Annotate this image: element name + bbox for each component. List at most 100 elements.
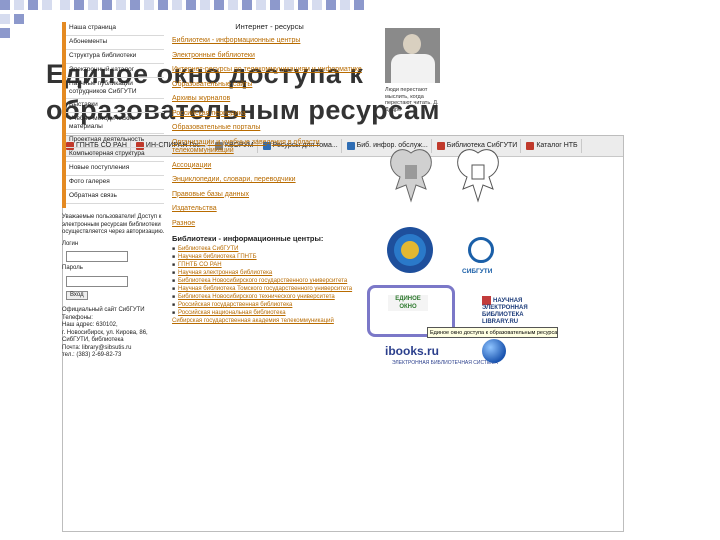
corner-band-square bbox=[214, 0, 224, 10]
corner-band-square bbox=[116, 0, 126, 10]
resource-links: Библиотеки - информационные центры Электр… bbox=[172, 37, 367, 228]
red-square-icon bbox=[526, 142, 535, 150]
corner-band-square bbox=[340, 0, 350, 10]
nav-item[interactable]: Научные публикации сотрудников СибГУТИ bbox=[66, 78, 164, 99]
library-list: Библиотека СибГУТИ Научная библиотека ГПН… bbox=[172, 246, 367, 317]
password-label: Пароль bbox=[62, 265, 83, 271]
resource-link[interactable]: Интернет-ресурсы по телекоммуникациям и … bbox=[172, 66, 367, 75]
resource-link[interactable]: Образовательные сайты bbox=[172, 81, 367, 90]
corner-square bbox=[14, 0, 24, 10]
coat-of-arms-icon bbox=[390, 149, 432, 203]
corner-square bbox=[28, 0, 38, 10]
corner-band-square bbox=[242, 0, 252, 10]
academy-link[interactable]: Сибирская государственная академия телек… bbox=[172, 318, 367, 325]
resource-link[interactable]: Архивы журналов bbox=[172, 95, 367, 104]
corner-band-square bbox=[60, 0, 70, 10]
bookmark-label: Каталог НТБ bbox=[536, 142, 578, 149]
corner-square bbox=[0, 28, 10, 38]
resources-header: Интернет - ресурсы bbox=[235, 22, 304, 31]
corner-band-square bbox=[172, 0, 182, 10]
resource-link[interactable]: Разное bbox=[172, 220, 367, 229]
ibooks-subtitle: ЭЛЕКТРОННАЯ БИБЛИОТЕЧНАЯ СИСТЕМА bbox=[392, 360, 498, 366]
corner-band-square bbox=[270, 0, 280, 10]
login-block: Уважаемые пользователи! Доступ к электро… bbox=[62, 214, 167, 360]
login-button[interactable]: Вход bbox=[66, 290, 88, 300]
author-portrait bbox=[385, 28, 440, 83]
portrait-body bbox=[391, 54, 435, 83]
library-link[interactable]: Научная электронная библиотека bbox=[178, 270, 272, 276]
nav-item[interactable]: Обратная связь bbox=[66, 190, 164, 204]
library-link[interactable]: Российская национальная библиотека bbox=[178, 310, 286, 316]
quote-text: Люди перестают мыслить, когда перестают … bbox=[385, 87, 439, 113]
library-list-item: Научная библиотека ГПНТБ bbox=[172, 254, 367, 261]
nav-item[interactable]: Проектная деятельность bbox=[66, 134, 164, 148]
sibguti-label: СИБГУТИ bbox=[462, 268, 493, 275]
resource-link[interactable]: Организации и учебные заведения в област… bbox=[172, 139, 367, 156]
login-notice: Уважаемые пользователи! Доступ к электро… bbox=[62, 214, 165, 235]
corner-square bbox=[0, 14, 10, 24]
library-list-item: Библиотека СибГУТИ bbox=[172, 246, 367, 253]
resource-link[interactable]: Образовательные порталы bbox=[172, 124, 367, 133]
resource-link[interactable]: Правовые базы данных bbox=[172, 191, 367, 200]
library-link[interactable]: Библиотека Новосибирского государственно… bbox=[178, 278, 347, 284]
login-label: Логин bbox=[62, 240, 79, 247]
corner-band-square bbox=[200, 0, 210, 10]
library-link[interactable]: Научная библиотека ГПНТБ bbox=[178, 254, 257, 260]
nav-item[interactable]: Новые поступления bbox=[66, 162, 164, 176]
library-section-title: Библиотеки - информационные центры: bbox=[172, 234, 324, 243]
resource-link[interactable]: Энциклопедии, словари, переводчики bbox=[172, 176, 367, 185]
nav-item[interactable]: Учебно-методические материалы bbox=[66, 113, 164, 134]
password-input[interactable] bbox=[66, 275, 128, 287]
contact-line: г. Новосибирск, ул. Кирова, 86, bbox=[62, 329, 148, 336]
hover-tooltip: Единое окно доступа к образовательным ре… bbox=[427, 327, 558, 338]
nav-item[interactable]: Фото галерея bbox=[66, 176, 164, 190]
sibguti-logo-icon[interactable] bbox=[468, 237, 494, 263]
ibooks-logo[interactable]: ibooks.ru bbox=[385, 344, 439, 358]
corner-band-square bbox=[298, 0, 308, 10]
contact-line[interactable]: Официальный сайт СибГУТИ bbox=[62, 307, 167, 315]
corner-square bbox=[0, 0, 10, 10]
resource-link[interactable]: Электронные библиотеки bbox=[172, 52, 367, 61]
contact-line: Телефоны: bbox=[62, 314, 93, 321]
contact-line: СибГУТИ, библиотека bbox=[62, 337, 124, 343]
portrait-head bbox=[403, 34, 421, 54]
contact-line: тел.: (383) 2-69-82-73 bbox=[62, 352, 122, 358]
elibrary-banner[interactable]: НАУЧНАЯ ЭЛЕКТРОННАЯ БИБЛИОТЕКА LIBRARY.R… bbox=[482, 296, 542, 325]
elibrary-logo-icon bbox=[482, 296, 491, 305]
library-list-item: Научная электронная библиотека bbox=[172, 270, 367, 277]
left-nav: Наша страница Абонементы Структура библиот… bbox=[66, 22, 164, 204]
resource-link[interactable]: Российская периодика bbox=[172, 110, 367, 119]
library-link[interactable]: ГПНТБ СО РАН bbox=[178, 262, 222, 268]
nav-item[interactable]: Абонементы bbox=[66, 36, 164, 50]
corner-band-square bbox=[186, 0, 196, 10]
resources-column: Интернет - ресурсы Библиотеки - информац… bbox=[172, 22, 367, 325]
coat-of-arms-outline-icon bbox=[457, 149, 499, 203]
resource-link[interactable]: Ассоциации bbox=[172, 162, 367, 171]
bookmark-item[interactable]: Каталог НТБ bbox=[523, 139, 582, 153]
corner-band-square bbox=[256, 0, 266, 10]
library-list-item: Российская национальная библиотека bbox=[172, 310, 367, 317]
red-square-icon bbox=[436, 142, 445, 150]
globe-icon[interactable] bbox=[482, 339, 506, 363]
corner-square bbox=[14, 14, 24, 24]
corner-band-square bbox=[228, 0, 238, 10]
login-input[interactable] bbox=[66, 251, 128, 262]
library-list-item: Российская государственная библиотека bbox=[172, 302, 367, 309]
nav-item[interactable]: Электронный каталог bbox=[66, 64, 164, 78]
nav-item[interactable]: Компьютерная структура bbox=[66, 148, 164, 162]
nav-item[interactable]: Выставки bbox=[66, 99, 164, 113]
federal-portal-emblem-icon bbox=[387, 227, 433, 273]
resource-link[interactable]: Издательства bbox=[172, 205, 367, 214]
nav-item[interactable]: Наша страница bbox=[66, 22, 164, 36]
resource-link[interactable]: Библиотеки - информационные центры bbox=[172, 37, 367, 46]
library-link[interactable]: Библиотека СибГУТИ bbox=[178, 246, 238, 252]
corner-band-square bbox=[158, 0, 168, 10]
corner-band-square bbox=[130, 0, 140, 10]
library-link[interactable]: Научная библиотека Томского государствен… bbox=[178, 286, 352, 292]
library-link[interactable]: Библиотека Новосибирского технического у… bbox=[178, 294, 335, 300]
library-list-item: Библиотека Новосибирского государственно… bbox=[172, 278, 367, 285]
library-list-item: ГПНТБ СО РАН bbox=[172, 262, 367, 269]
contact-line: Почта: library@sibsutis.ru bbox=[62, 344, 132, 351]
library-link[interactable]: Российская государственная библиотека bbox=[178, 302, 292, 308]
nav-item[interactable]: Структура библиотеки bbox=[66, 50, 164, 64]
